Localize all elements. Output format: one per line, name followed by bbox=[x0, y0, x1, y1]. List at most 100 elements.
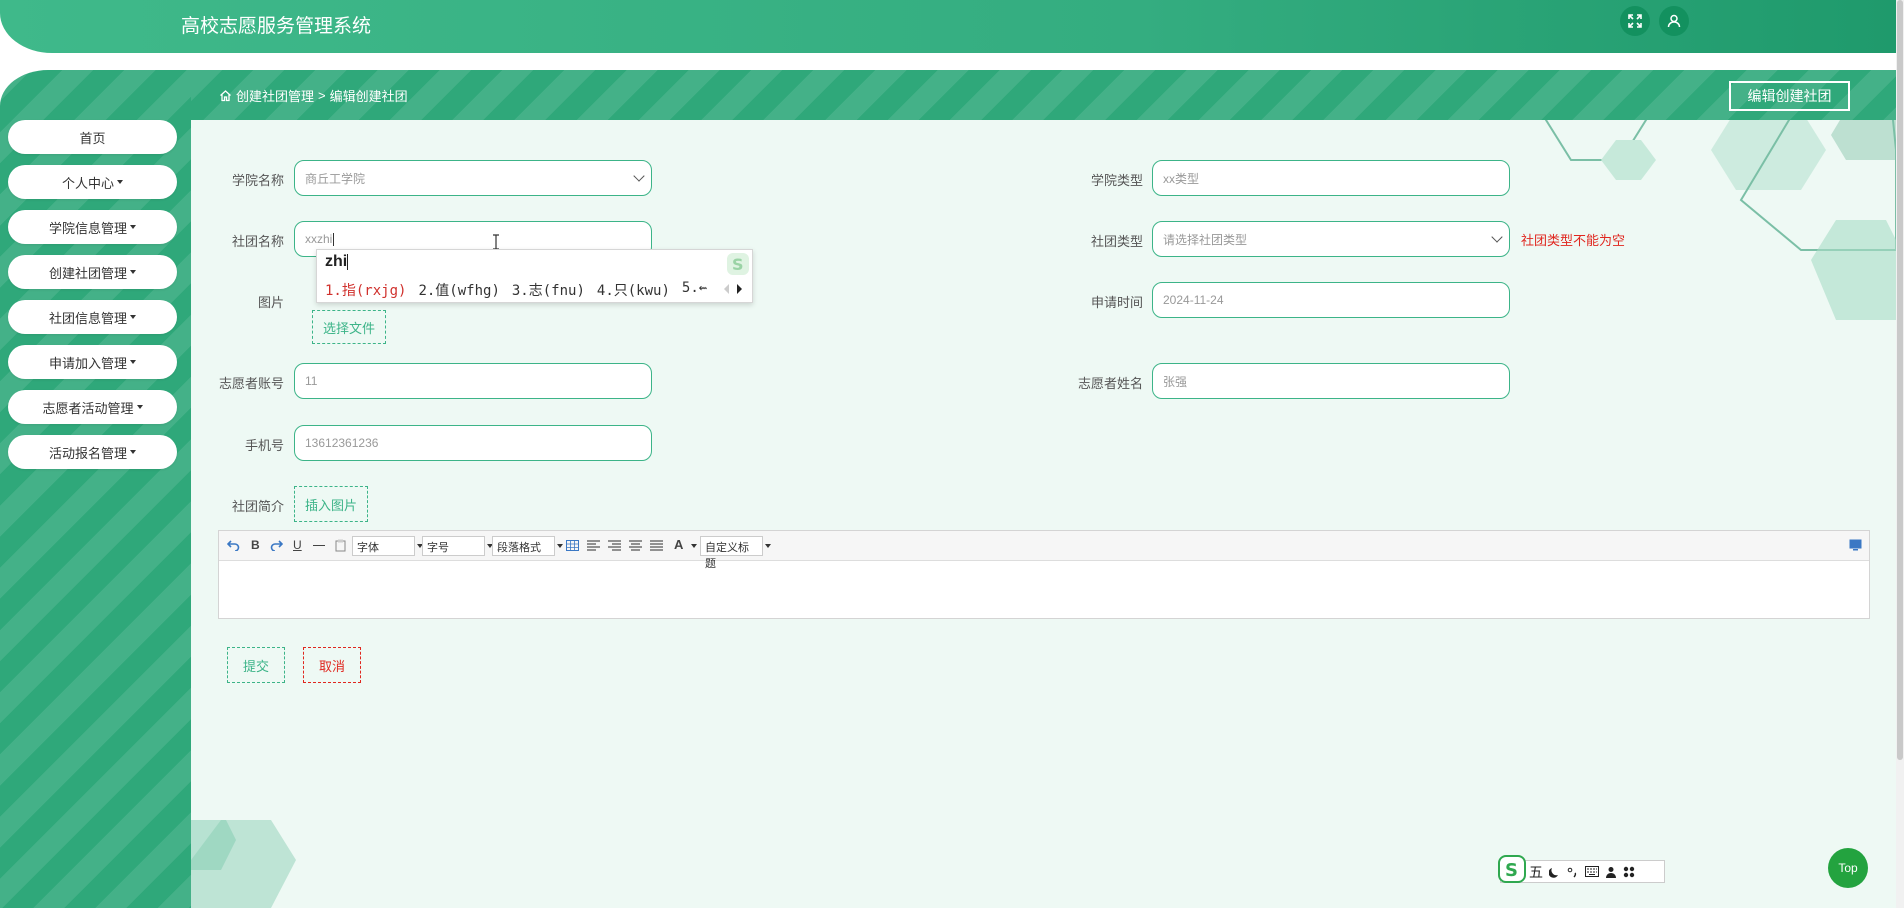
caret-down-icon bbox=[130, 450, 136, 454]
club-type-select[interactable]: 请选择社团类型 bbox=[1152, 221, 1510, 257]
paste-icon[interactable] bbox=[335, 539, 346, 552]
volunteer-name-field[interactable]: 张强 bbox=[1152, 363, 1510, 399]
apply-time-field[interactable]: 2024-11-24 bbox=[1152, 282, 1510, 318]
main-content: 学院名称 商丘工学院 学院类型 xx类型 社团名称 xxzhi 社团类型 请选择… bbox=[191, 120, 1896, 908]
caret-down-icon bbox=[130, 225, 136, 229]
bold-button[interactable]: B bbox=[251, 538, 260, 552]
college-name-value: 商丘工学院 bbox=[305, 171, 366, 186]
volunteer-account-label: 志愿者账号 bbox=[218, 376, 284, 391]
chevron-down-icon bbox=[1491, 231, 1503, 243]
caret-down-icon bbox=[130, 270, 136, 274]
font-family-select[interactable]: 字体 bbox=[352, 536, 423, 556]
font-family-label: 字体 bbox=[357, 542, 379, 554]
svg-text:S: S bbox=[1505, 860, 1518, 881]
club-intro-label: 社团简介 bbox=[231, 499, 284, 514]
chevron-down-icon bbox=[633, 170, 645, 182]
ime-composition-text: zhi bbox=[325, 253, 348, 270]
sidebar-item-label: 活动报名管理 bbox=[48, 445, 127, 461]
ime-candidate-list: 1.指(rxjg) 2.值(wfhg) 3.志(fnu) 4.只(kwu) 5.… bbox=[325, 280, 707, 300]
align-center-icon[interactable] bbox=[629, 540, 642, 551]
align-left-icon[interactable] bbox=[587, 540, 600, 551]
redo-icon[interactable] bbox=[270, 539, 283, 551]
submit-button[interactable]: 提交 bbox=[227, 647, 285, 683]
club-type-error: 社团类型不能为空 bbox=[1521, 233, 1626, 248]
sidebar-item-home[interactable]: 首页 bbox=[8, 120, 177, 154]
sidebar-item-volunteer-activity[interactable]: 志愿者活动管理 bbox=[8, 390, 177, 424]
sidebar-item-label: 志愿者活动管理 bbox=[42, 400, 134, 416]
club-name-value: xxzhi bbox=[305, 232, 333, 246]
club-type-label: 社团类型 bbox=[1090, 234, 1143, 249]
home-icon[interactable] bbox=[219, 89, 232, 102]
ime-candidate[interactable]: 5.⇜ bbox=[682, 280, 707, 300]
app-title: 高校志愿服务管理系统 bbox=[181, 16, 372, 37]
page-action-button[interactable]: 编辑创建社团 bbox=[1729, 81, 1850, 111]
user-icon[interactable] bbox=[1605, 866, 1617, 878]
phone-value: 13612361236 bbox=[305, 436, 379, 450]
college-type-field[interactable]: xx类型 bbox=[1152, 160, 1510, 196]
club-name-label: 社团名称 bbox=[231, 234, 284, 249]
align-right-icon[interactable] bbox=[608, 540, 621, 551]
phone-field[interactable]: 13612361236 bbox=[294, 425, 652, 461]
caret-down-icon bbox=[136, 405, 143, 409]
hexagon-decoration bbox=[191, 820, 296, 908]
ime-candidate[interactable]: 2.值(wfhg) bbox=[418, 280, 499, 300]
user-icon[interactable] bbox=[1659, 6, 1689, 36]
scrollbar-thumb[interactable] bbox=[1897, 0, 1903, 760]
moon-icon[interactable] bbox=[1549, 866, 1561, 878]
breadcrumb-bar: 创建社团管理 > 编辑创建社团 编辑创建社团 bbox=[191, 70, 1896, 120]
ime-candidate[interactable]: 3.志(fnu) bbox=[512, 280, 585, 300]
font-size-select[interactable]: 字号 bbox=[422, 536, 493, 556]
table-icon[interactable] bbox=[566, 540, 579, 551]
fullscreen-editor-icon[interactable] bbox=[1849, 539, 1862, 551]
sidebar-item-personal-center[interactable]: 个人中心 bbox=[8, 165, 177, 199]
ime-composition: zhi bbox=[325, 253, 349, 271]
sidebar-item-label: 创建社团管理 bbox=[48, 265, 127, 281]
breadcrumb-current: 编辑创建社团 bbox=[329, 89, 408, 104]
editor-toolbar: B U 字体 字号 段落格式 A 自定义标题 bbox=[219, 531, 1869, 570]
horizontal-rule-icon[interactable] bbox=[313, 545, 325, 546]
cancel-button[interactable]: 取消 bbox=[303, 647, 361, 683]
sidebar-item-activity-signup[interactable]: 活动报名管理 bbox=[8, 435, 177, 469]
rich-text-editor: B U 字体 字号 段落格式 A 自定义标题 bbox=[218, 530, 1870, 619]
sogou-logo-icon: S bbox=[1498, 855, 1526, 883]
caret-down-icon bbox=[130, 360, 136, 364]
sidebar-item-college-info[interactable]: 学院信息管理 bbox=[8, 210, 177, 244]
paragraph-format-select[interactable]: 段落格式 bbox=[492, 536, 563, 556]
back-to-top-button[interactable]: Top bbox=[1828, 848, 1868, 888]
page-scrollbar[interactable] bbox=[1896, 0, 1904, 908]
align-justify-icon[interactable] bbox=[650, 540, 663, 551]
breadcrumb-parent[interactable]: 创建社团管理 bbox=[236, 86, 314, 105]
insert-image-button[interactable]: 插入图片 bbox=[294, 486, 368, 522]
volunteer-account-field[interactable]: 11 bbox=[294, 363, 652, 399]
college-name-select[interactable]: 商丘工学院 bbox=[294, 160, 652, 196]
custom-title-select[interactable]: 自定义标题 bbox=[700, 536, 771, 570]
punctuation-icon[interactable] bbox=[1567, 866, 1579, 878]
ime-candidate[interactable]: 4.只(kwu) bbox=[597, 280, 670, 300]
top-header: 高校志愿服务管理系统 bbox=[0, 0, 1896, 53]
ime-candidate[interactable]: 1.指(rxjg) bbox=[325, 280, 406, 300]
sidebar-item-create-club[interactable]: 创建社团管理 bbox=[8, 255, 177, 289]
choose-file-button[interactable]: 选择文件 bbox=[312, 310, 386, 344]
undo-icon[interactable] bbox=[227, 539, 240, 551]
ime-mode-label[interactable]: 五 bbox=[1529, 862, 1543, 882]
underline-button[interactable]: U bbox=[293, 538, 302, 552]
ime-page-arrows-icon[interactable] bbox=[721, 283, 745, 295]
apply-time-value: 2024-11-24 bbox=[1163, 293, 1224, 307]
volunteer-name-label: 志愿者姓名 bbox=[1077, 376, 1143, 391]
keyboard-icon[interactable] bbox=[1585, 866, 1599, 877]
sogou-logo-icon: S bbox=[727, 253, 749, 275]
ime-candidate-window: zhi S 1.指(rxjg) 2.值(wfhg) 3.志(fnu) 4.只(k… bbox=[316, 249, 753, 303]
sidebar-item-club-info[interactable]: 社团信息管理 bbox=[8, 300, 177, 334]
sidebar-item-join-request[interactable]: 申请加入管理 bbox=[8, 345, 177, 379]
font-size-label: 字号 bbox=[427, 542, 449, 554]
club-type-placeholder: 请选择社团类型 bbox=[1163, 232, 1248, 247]
caret-down-icon bbox=[691, 544, 697, 548]
breadcrumb-separator: > bbox=[318, 88, 326, 103]
font-color-button[interactable]: A bbox=[674, 537, 683, 552]
grid-menu-icon[interactable] bbox=[1623, 866, 1635, 878]
volunteer-name-value: 张强 bbox=[1163, 374, 1188, 389]
ibeam-cursor-icon bbox=[493, 234, 499, 250]
sidebar-item-label: 学院信息管理 bbox=[48, 220, 127, 236]
fullscreen-icon[interactable] bbox=[1620, 6, 1650, 36]
sidebar-item-label: 社团信息管理 bbox=[48, 310, 127, 326]
